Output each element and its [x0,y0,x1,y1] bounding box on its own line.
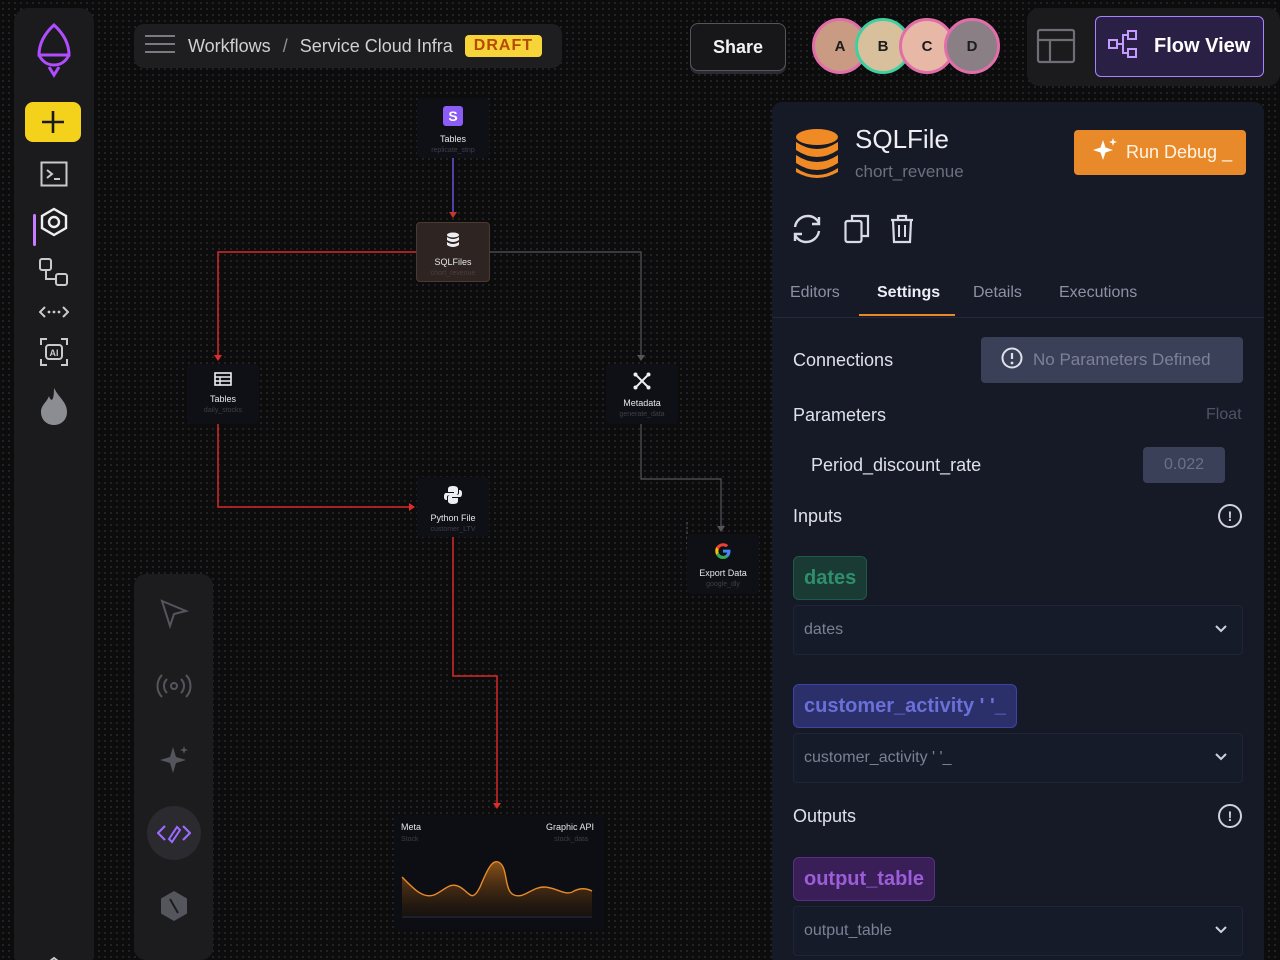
input-select-customer-activity[interactable]: customer_activity ' '_ [793,733,1243,783]
node-label: Tables [209,394,236,404]
param-name: Period_discount_rate [811,455,982,475]
sparkle-icon[interactable] [147,733,201,787]
metadata-icon [633,372,651,395]
inputs-info-icon[interactable]: ! [1218,504,1242,528]
select-value: customer_activity ' '_ [804,749,952,766]
select-value: output_table [804,922,893,939]
outputs-info-icon[interactable]: ! [1218,804,1242,828]
param-type-label: Float [1206,406,1242,423]
no-parameters-button[interactable]: No Parameters Defined [981,337,1243,383]
chart-left-sub: Stock [401,836,419,843]
layout-icon[interactable] [1036,28,1076,69]
flow-view-button[interactable]: Flow View [1095,16,1264,77]
canvas-tools [134,574,213,960]
chart-right-title: Graphic API [545,822,594,832]
tab-editors[interactable]: Editors [790,284,840,302]
node-label: Export Data [699,568,747,578]
tables-node[interactable]: Tables daily_stocks [187,364,259,424]
node-sublabel: google_dly [706,581,740,588]
svg-text:S: S [448,108,457,124]
chevron-down-icon [1214,749,1228,767]
flow-diagram-icon [1108,29,1144,65]
param-value-field[interactable]: 0.022 [1143,447,1225,483]
tab-divider [772,317,1264,318]
node-sublabel: daily_stocks [203,407,243,414]
inputs-label: Inputs [793,506,843,526]
area-sparkline [401,861,593,918]
node-sublabel: generate_data [619,411,665,418]
parameters-label: Parameters [793,405,887,425]
no-parameters-label: No Parameters Defined [1033,350,1211,369]
node-label: Python File [430,513,476,523]
hexagon-slash-icon[interactable] [147,879,201,933]
chart-node[interactable]: Meta Stock Graphic API stock_data [394,815,604,930]
tab-settings[interactable]: Settings [877,284,940,302]
node-label: Tables [439,134,466,144]
output-select-output-table[interactable]: output_table [793,906,1243,956]
output-chip-output-table[interactable]: output_table [793,857,935,901]
chart-left-title: Meta [401,822,422,832]
chart-right-sub: stock_data [554,836,588,843]
trash-icon[interactable] [885,212,919,246]
input-select-dates[interactable]: dates [793,605,1243,655]
tab-executions[interactable]: Executions [1059,284,1137,302]
metadata-node[interactable]: Metadata generate_data [606,364,678,424]
database-icon [444,231,462,254]
tables-source-node[interactable]: S Tables replicate_stnp [417,98,489,158]
chevron-down-icon [1214,621,1228,639]
input-chip-dates[interactable]: dates [793,556,868,600]
sqlfile-database-icon [794,128,840,187]
python-icon [443,485,463,510]
node-sublabel: replicate_stnp [431,147,475,154]
node-label: Metadata [623,398,661,408]
tab-details[interactable]: Details [973,284,1022,302]
broadcast-icon[interactable] [147,659,201,713]
panel-subtitle: chort_revenue [855,162,964,181]
run-debug-label: Run Debug _ [1126,142,1233,162]
export-data-node[interactable]: Export Data google_dly [687,534,759,594]
flow-view-label: Flow View [1154,35,1251,57]
panel-title: SQLFile [855,124,949,154]
node-sublabel: chort_revenue [430,270,476,277]
active-tab-underline [859,314,955,316]
refresh-icon[interactable] [790,212,824,246]
table-icon [214,372,232,391]
canvas-connectors [214,158,725,809]
pointer-icon[interactable] [147,586,201,640]
node-label: SQLFiles [434,257,472,267]
chevron-down-icon [1214,922,1228,940]
select-value: dates [804,621,844,638]
node-sublabel: customer_LTV [430,526,476,533]
outputs-label: Outputs [793,806,857,826]
run-debug-button[interactable]: Run Debug _ [1074,130,1246,175]
copy-icon[interactable] [840,212,874,246]
sqlfiles-node[interactable]: SQLFiles chort_revenue [416,222,490,282]
code-edit-icon[interactable] [147,806,201,860]
google-icon [714,542,732,565]
python-file-node[interactable]: Python File customer_LTV [417,477,489,537]
connections-label: Connections [793,350,894,370]
input-chip-customer-activity[interactable]: customer_activity ' '_ [793,684,1017,728]
sparkle-icon [1092,137,1118,168]
info-icon [1001,347,1023,374]
s-icon: S [443,106,463,131]
avatar[interactable]: D [944,18,1000,74]
